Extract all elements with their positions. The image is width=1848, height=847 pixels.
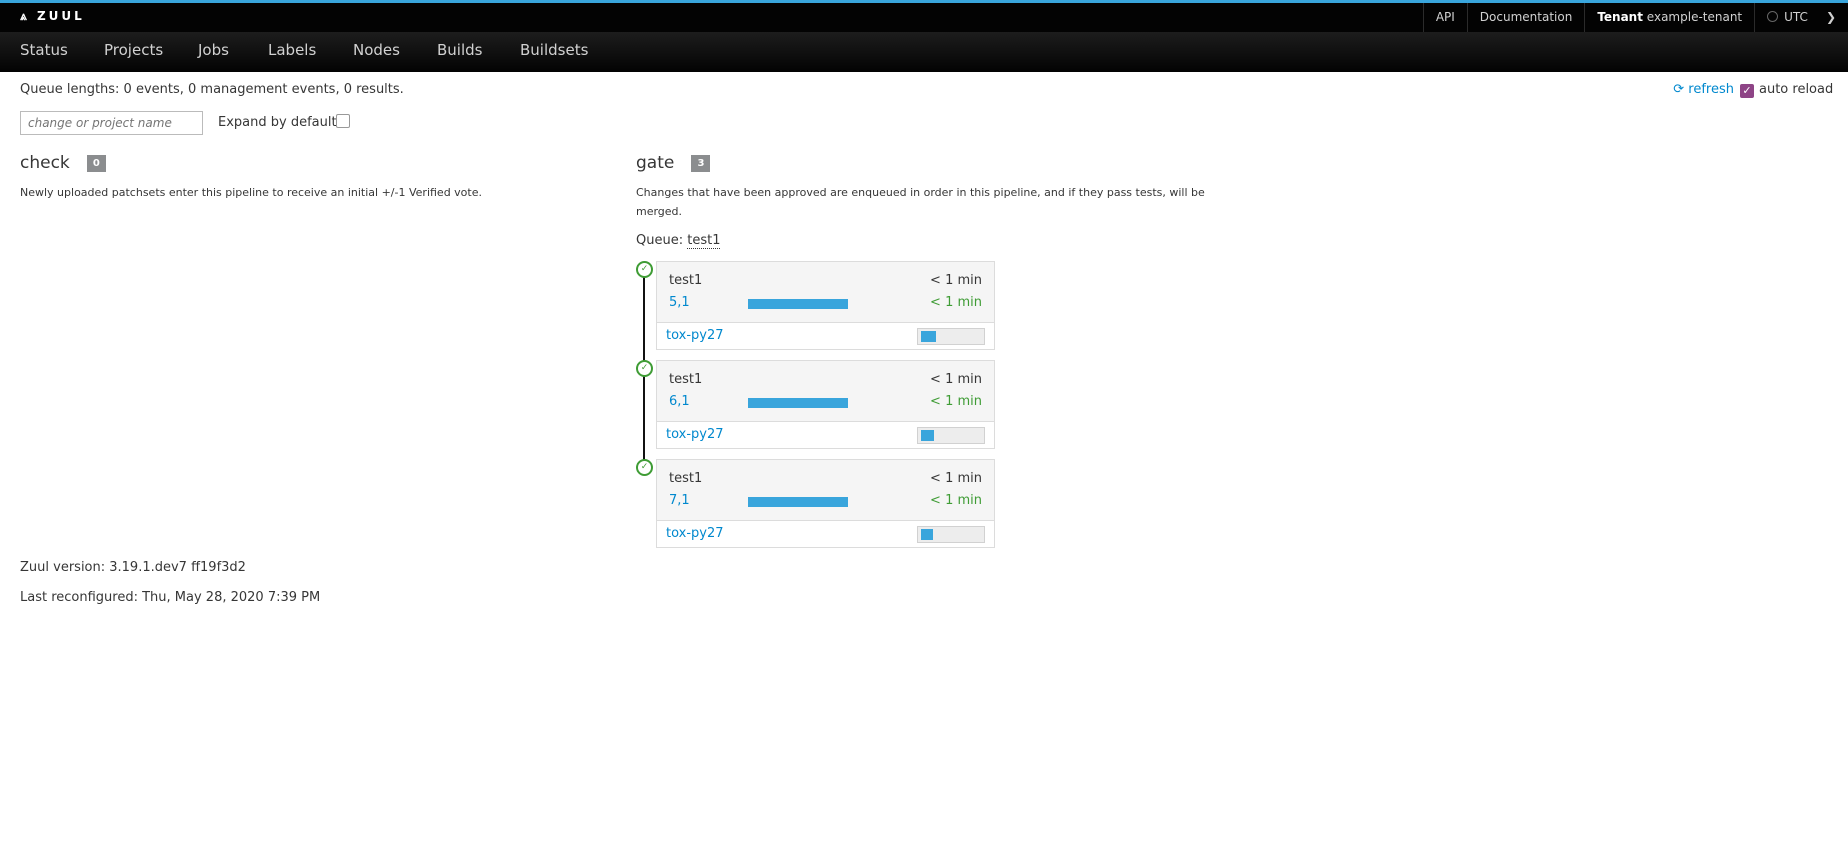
job-link[interactable]: tox-py27 [666,526,724,541]
change-link[interactable]: 5,1 [669,295,690,310]
pipeline-check-header: check 0 [20,153,106,173]
expand-by-default-label: Expand by default: [218,115,341,130]
main-nav: Status Projects Jobs Labels Nodes Builds… [0,32,1848,72]
refresh-button[interactable]: ⟳ refresh [1673,82,1734,97]
check-circle-icon: ✓ [636,360,653,377]
refresh-label: refresh [1688,82,1734,97]
change-header: test1 < 1 min 7,1 < 1 min [657,460,994,521]
expand-by-default-checkbox[interactable] [336,114,350,128]
job-progress-fill [921,331,936,342]
nav-projects[interactable]: Projects [104,32,163,72]
pipeline-gate-description-cont: merged. [636,205,683,218]
queue-label: Queue: test1 [636,233,721,249]
nav-nodes[interactable]: Nodes [353,32,400,72]
job-progress-bar [917,427,985,444]
enqueue-time: < 1 min [930,471,982,486]
last-reconfigured: Last reconfigured: Thu, May 28, 2020 7:3… [20,590,321,605]
enqueue-time: < 1 min [930,273,982,288]
remaining-time: < 1 min [930,394,982,409]
auto-reload-checkbox[interactable]: ✓ [1740,84,1754,98]
pipeline-name: check [20,153,70,173]
chevron-down-icon: ❯ [1825,10,1836,24]
change-progress-bar [748,299,848,309]
utility-bar: ⩓ ZUUL API Documentation Tenant example-… [0,3,1848,32]
documentation-link[interactable]: Documentation [1466,3,1585,32]
tenant-label: Tenant [1597,10,1643,24]
tenant-name: example-tenant [1646,10,1743,24]
api-link[interactable]: API [1422,3,1467,32]
job-progress-fill [921,430,934,441]
timezone-label: UTC [1784,10,1808,24]
nav-status[interactable]: Status [20,32,68,72]
job-progress-fill [921,529,933,540]
remaining-time: < 1 min [930,493,982,508]
change-project: test1 [669,471,703,486]
enqueue-time: < 1 min [930,372,982,387]
queue-label-text: Queue: [636,233,684,248]
nav-jobs[interactable]: Jobs [198,32,229,72]
change-progress-bar [748,497,848,507]
check-circle-icon: ✓ [636,459,653,476]
queue-name[interactable]: test1 [687,233,721,249]
change-filter-input[interactable] [20,111,203,135]
change-link[interactable]: 7,1 [669,493,690,508]
change-header: test1 < 1 min 5,1 < 1 min [657,262,994,323]
pipeline-gate-header: gate 3 [636,153,711,173]
pipeline-count-badge: 3 [691,155,711,172]
check-circle-icon: ✓ [636,261,653,278]
nav-buildsets[interactable]: Buildsets [520,32,588,72]
clock-icon [1767,11,1779,22]
change-card: test1 < 1 min 7,1 < 1 min tox-py27 [656,459,995,548]
timezone-menu[interactable]: UTC ❯ [1754,3,1848,32]
change-project: test1 [669,273,703,288]
zuul-logo[interactable]: ⩓ ZUUL [20,9,85,24]
refresh-icon: ⟳ [1673,82,1685,97]
nav-labels[interactable]: Labels [268,32,316,72]
job-link[interactable]: tox-py27 [666,328,724,343]
change-project: test1 [669,372,703,387]
tenant-link[interactable]: Tenant example-tenant [1584,3,1754,32]
zuul-version: Zuul version: 3.19.1.dev7 ff19f3d2 [20,560,246,575]
change-progress-bar [748,398,848,408]
pipeline-gate-description: Changes that have been approved are enqu… [636,186,1205,199]
change-header: test1 < 1 min 6,1 < 1 min [657,361,994,422]
remaining-time: < 1 min [930,295,982,310]
job-progress-bar [917,328,985,345]
change-card: test1 < 1 min 6,1 < 1 min tox-py27 [656,360,995,449]
auto-reload-label[interactable]: auto reload [1759,82,1833,97]
pipeline-name: gate [636,153,675,173]
brand-text: ZUUL [36,9,85,23]
queue-lengths: Queue lengths: 0 events, 0 management ev… [20,82,404,97]
pipeline-count-badge: 0 [86,155,106,172]
nav-builds[interactable]: Builds [437,32,482,72]
change-card: test1 < 1 min 5,1 < 1 min tox-py27 [656,261,995,350]
job-progress-bar [917,526,985,543]
change-link[interactable]: 6,1 [669,394,690,409]
utility-links: API Documentation Tenant example-tenant … [1422,3,1848,32]
pipeline-check-description: Newly uploaded patchsets enter this pipe… [20,186,482,199]
job-link[interactable]: tox-py27 [666,427,724,442]
